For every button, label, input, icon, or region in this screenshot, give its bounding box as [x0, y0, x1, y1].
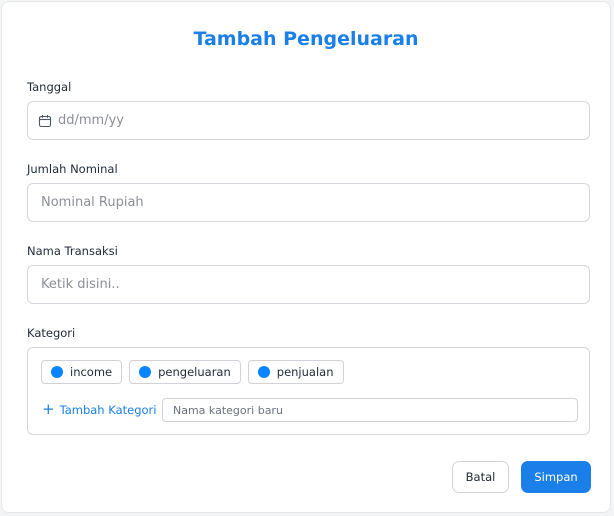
add-category-label: Tambah Kategori	[59, 402, 157, 417]
new-category-field[interactable]	[162, 398, 578, 422]
category-box: income pengeluaran penjualan + Tambah Ka…	[27, 347, 590, 435]
add-category-button[interactable]: + Tambah Kategori	[42, 402, 156, 417]
category-label: Kategori	[27, 326, 76, 340]
cancel-button[interactable]: Batal	[452, 461, 509, 493]
chip-dot-icon	[139, 366, 152, 378]
chip-dot-icon	[257, 366, 270, 378]
transaction-name-label: Nama Transaksi	[27, 244, 118, 258]
plus-icon: +	[42, 400, 55, 418]
amount-label: Jumlah Nominal	[27, 162, 118, 176]
category-chips: income pengeluaran penjualan	[41, 360, 344, 384]
date-label: Tanggal	[27, 80, 72, 94]
chip-label: pengeluaran	[158, 365, 231, 379]
category-chip-penjualan[interactable]: penjualan	[247, 360, 344, 384]
chip-label: penjualan	[276, 365, 334, 379]
amount-input[interactable]	[28, 195, 589, 210]
transaction-name-input[interactable]	[28, 277, 589, 292]
date-field[interactable]	[27, 101, 590, 140]
add-expense-form: Tambah Pengeluaran Tanggal Jumlah Nomina…	[1, 1, 611, 513]
chip-dot-icon	[51, 366, 63, 378]
save-button[interactable]: Simpan	[521, 461, 591, 493]
category-chip-pengeluaran[interactable]: pengeluaran	[129, 360, 241, 384]
category-chip-income[interactable]: income	[41, 360, 123, 384]
form-title: Tambah Pengeluaran	[193, 28, 419, 50]
new-category-input[interactable]	[163, 403, 577, 417]
amount-field[interactable]	[27, 183, 590, 222]
transaction-name-field[interactable]	[27, 265, 590, 304]
calendar-icon	[38, 114, 52, 128]
chip-label: income	[70, 365, 113, 379]
date-input[interactable]	[52, 113, 589, 128]
